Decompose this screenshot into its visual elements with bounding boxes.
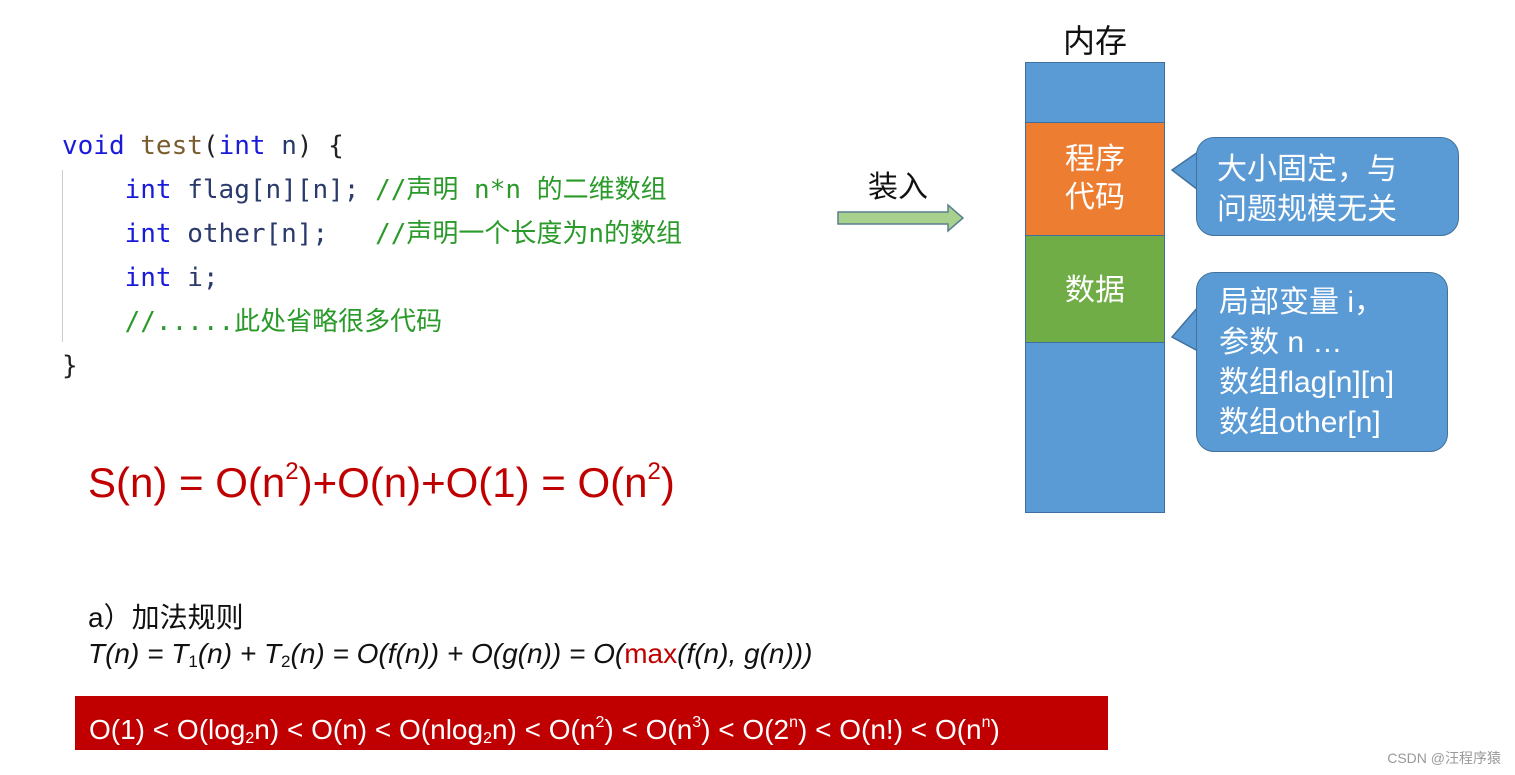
memory-free-bottom bbox=[1025, 342, 1165, 513]
complexity-order-banner: O(1) < O(log2n) < O(n) < O(nlog2n) < O(n… bbox=[75, 696, 1108, 750]
order-part: n) < O(n bbox=[491, 714, 596, 745]
code-token: void bbox=[62, 131, 141, 161]
code-token: //声明 n*n 的二维数组 bbox=[375, 175, 667, 205]
watermark: CSDN @汪程序猿 bbox=[1387, 750, 1501, 766]
code-token: //声明一个长度为n的数组 bbox=[375, 219, 683, 249]
code-line: void test(int n) { bbox=[62, 124, 682, 168]
addition-rule-heading: a）加法规则 bbox=[88, 602, 244, 633]
order-subscript: 2 bbox=[483, 730, 492, 747]
code-token: //.....此处省略很多代码 bbox=[62, 307, 443, 337]
code-token: int bbox=[62, 175, 188, 205]
callout-data-note: 局部变量 i， 参数 n … 数组flag[n][n] 数组other[n] bbox=[1196, 272, 1448, 452]
code-token: } bbox=[62, 351, 78, 381]
code-block: void test(int n) { int flag[n][n]; //声明 … bbox=[62, 124, 682, 388]
callout-code-note: 大小固定，与 问题规模无关 bbox=[1196, 137, 1459, 236]
memory-data-segment: 数据 bbox=[1025, 235, 1165, 343]
formula-part: (f(n), g(n))) bbox=[677, 638, 813, 669]
code-token: int bbox=[62, 263, 188, 293]
order-exponent: 3 bbox=[692, 714, 702, 731]
code-token: int bbox=[218, 131, 282, 161]
addition-rule-formula: T(n) = T1(n) + T2(n) = O(f(n)) + O(g(n))… bbox=[88, 638, 812, 672]
order-subscript: 2 bbox=[245, 730, 255, 747]
formula-part: T(n) = T bbox=[88, 638, 189, 669]
order-part: ) < O(n!) < O(n bbox=[798, 714, 982, 745]
code-line: //.....此处省略很多代码 bbox=[62, 300, 682, 344]
formula-exponent: 2 bbox=[647, 458, 661, 485]
code-token: ) { bbox=[296, 131, 344, 161]
code-token: flag[n][n]; bbox=[187, 175, 376, 205]
code-token: int bbox=[62, 219, 188, 249]
space-complexity-formula: S(n) = O(n2)+O(n)+O(1) = O(n2) bbox=[88, 458, 675, 507]
memory-free-top bbox=[1025, 62, 1165, 123]
formula-part: ) bbox=[660, 459, 675, 506]
order-part: ) bbox=[990, 714, 1000, 745]
order-part: n) < O(n) < O(nlog bbox=[254, 714, 484, 745]
slide: void test(int n) { int flag[n][n]; //声明 … bbox=[0, 0, 1515, 775]
formula-part: (n) = O(f(n)) + O(g(n)) = O( bbox=[290, 638, 625, 669]
order-part: ) < O(n bbox=[604, 714, 693, 745]
code-line: } bbox=[62, 344, 682, 388]
formula-exponent: 2 bbox=[285, 458, 299, 485]
code-token: test bbox=[140, 131, 203, 161]
order-exponent: n bbox=[981, 714, 991, 731]
formula-part: )+O(n)+O(1) = O(n bbox=[298, 459, 648, 506]
code-token: n bbox=[281, 131, 297, 161]
order-part: O(1) < O(log bbox=[89, 714, 246, 745]
code-line: int other[n]; //声明一个长度为n的数组 bbox=[62, 212, 682, 256]
formula-max: max bbox=[624, 638, 678, 669]
memory-code-segment: 程序 代码 bbox=[1025, 122, 1165, 236]
load-label: 装入 bbox=[868, 171, 928, 204]
order-part: ) < O(2 bbox=[701, 714, 790, 745]
load-arrow-icon bbox=[837, 203, 965, 233]
code-token: i; bbox=[187, 263, 219, 293]
formula-subscript: 2 bbox=[281, 652, 291, 671]
code-line: int flag[n][n]; //声明 n*n 的二维数组 bbox=[62, 168, 682, 212]
formula-part: (n) + T bbox=[197, 638, 282, 669]
memory-title: 内存 bbox=[1062, 23, 1127, 59]
order-exponent: n bbox=[789, 714, 799, 731]
code-token: other[n]; bbox=[187, 219, 376, 249]
code-line: int i; bbox=[62, 256, 682, 300]
formula-subscript: 1 bbox=[188, 652, 198, 671]
code-token: ( bbox=[202, 131, 219, 161]
formula-part: S(n) = O(n bbox=[88, 459, 286, 506]
